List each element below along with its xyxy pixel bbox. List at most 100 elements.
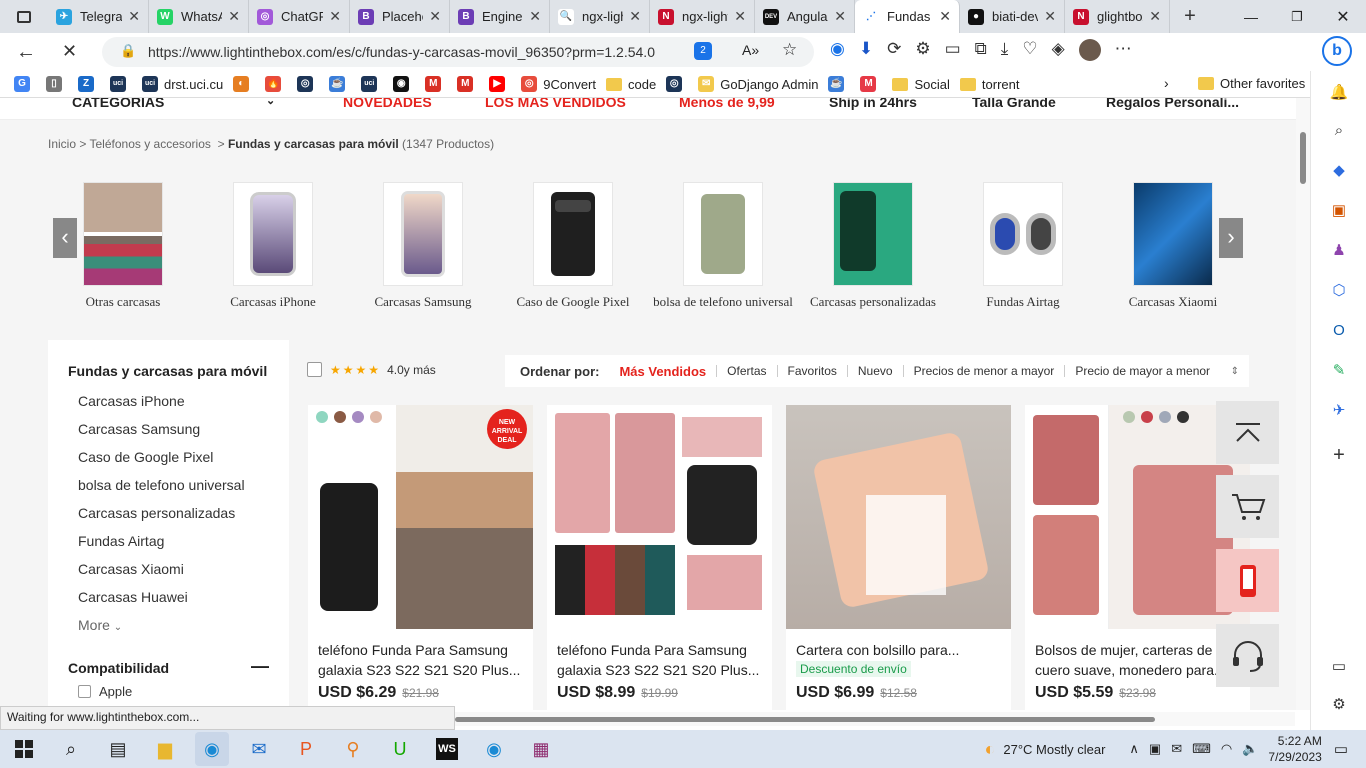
category-image[interactable] bbox=[533, 182, 613, 286]
category-label[interactable]: Carcasas Xiaomi bbox=[1103, 294, 1243, 310]
category-label[interactable]: Carcasas Samsung bbox=[353, 294, 493, 310]
tools-icon[interactable]: ▣ bbox=[1329, 201, 1349, 221]
rating-checkbox[interactable] bbox=[307, 362, 322, 377]
product-card[interactable]: Cartera con bolsillo para... Descuento de… bbox=[786, 405, 1011, 710]
close-tab-icon[interactable]: ✕ bbox=[128, 8, 140, 25]
search-app-icon[interactable]: ⚲ bbox=[336, 732, 370, 766]
tab-0[interactable]: ✈ Telegram ✕ bbox=[48, 0, 149, 33]
app-download-button[interactable] bbox=[1216, 549, 1279, 612]
bookmark-0[interactable]: G bbox=[14, 76, 36, 92]
other-favorites[interactable]: Other favorites bbox=[1198, 76, 1305, 91]
product-image[interactable] bbox=[547, 405, 772, 629]
postman-icon[interactable]: P bbox=[289, 732, 323, 766]
tab-5[interactable]: 🔍 ngx-lightbox ✕ bbox=[550, 0, 650, 33]
bookmark-2[interactable]: Z bbox=[78, 76, 100, 92]
bookmark-11[interactable]: M bbox=[425, 76, 447, 92]
downloads-icon[interactable]: ⤓ bbox=[1001, 39, 1009, 61]
tab-10[interactable]: Nglightbox ✕ bbox=[1065, 0, 1170, 33]
outlook-icon[interactable]: O bbox=[1329, 321, 1349, 341]
product-title[interactable]: teléfono Funda Para Samsung galaxia S23 … bbox=[557, 640, 762, 680]
nav-gifts[interactable]: Regalos Personali... bbox=[1106, 98, 1239, 110]
tab-9[interactable]: ● biati-dev ✕ bbox=[960, 0, 1065, 33]
bookmark-15[interactable]: code bbox=[606, 77, 656, 92]
back-button[interactable]: ← bbox=[16, 41, 36, 64]
sidebar-item[interactable]: Caso de Google Pixel bbox=[68, 443, 269, 471]
category-label[interactable]: Carcasas iPhone bbox=[203, 294, 343, 310]
sidebar-item[interactable]: Carcasas Huawei bbox=[68, 583, 269, 611]
add-sidebar-app-icon[interactable]: + bbox=[1329, 445, 1349, 465]
sidebar-item[interactable]: bolsa de telefono universal bbox=[68, 471, 269, 499]
notification-center-icon[interactable]: ▭ bbox=[1334, 740, 1348, 758]
sidebar-settings-icon[interactable]: ⚙ bbox=[1329, 695, 1349, 715]
bookmark-20[interactable]: Social bbox=[892, 77, 950, 92]
tab-6[interactable]: Nngx-lightbox ✕ bbox=[650, 0, 755, 33]
settings-menu-icon[interactable]: ⋯ bbox=[1115, 39, 1132, 61]
task-view-icon[interactable]: ▤ bbox=[101, 732, 135, 766]
sidebar-layout-icon[interactable]: ▭ bbox=[1329, 657, 1349, 677]
sort-option[interactable]: Precios de menor a mayor bbox=[914, 364, 1055, 378]
category-image[interactable] bbox=[833, 182, 913, 286]
read-aloud-icon[interactable]: A» bbox=[742, 42, 759, 58]
category-tile[interactable]: Fundas Airtag bbox=[953, 182, 1093, 310]
collapse-icon[interactable]: — bbox=[251, 657, 269, 676]
scroll-thumb[interactable] bbox=[1300, 132, 1306, 184]
tab-actions-button[interactable] bbox=[0, 0, 48, 33]
category-tile[interactable]: bolsa de telefono universal bbox=[653, 182, 793, 310]
edge-dev-icon[interactable]: ◉ bbox=[477, 732, 511, 766]
category-tile[interactable]: Carcasas personalizadas bbox=[803, 182, 943, 310]
close-tab-icon[interactable]: ✕ bbox=[734, 8, 746, 25]
nav-new[interactable]: NOVEDADES bbox=[343, 98, 432, 110]
refresh-ext-icon[interactable]: ⟳ bbox=[887, 39, 901, 61]
search-icon[interactable]: ⌕ bbox=[1329, 121, 1349, 141]
category-tile[interactable]: Otras carcasas bbox=[53, 182, 193, 310]
sidebar-item[interactable]: Carcasas Xiaomi bbox=[68, 555, 269, 583]
close-tab-icon[interactable]: ✕ bbox=[629, 8, 641, 25]
category-tile[interactable]: Carcasas Xiaomi bbox=[1103, 182, 1243, 310]
games-icon[interactable]: ♟ bbox=[1329, 241, 1349, 261]
profile-avatar[interactable] bbox=[1078, 39, 1101, 61]
tab-2[interactable]: ◎ ChatGPT ✕ bbox=[249, 0, 350, 33]
download-ext-icon[interactable]: ⬇ bbox=[859, 39, 873, 61]
product-card[interactable]: NEW ARRIVAL DEAL teléfono Funda Para Sams… bbox=[308, 405, 533, 710]
extensions-badge-icon[interactable]: 2 bbox=[694, 42, 712, 60]
url-bar[interactable]: 🔒 https://www.lightinthebox.com/es/c/fun… bbox=[102, 37, 814, 67]
sort-option[interactable]: Precio de mayor a menor bbox=[1075, 364, 1210, 378]
close-tab-icon[interactable]: ✕ bbox=[939, 8, 951, 25]
office-icon[interactable]: ⬡ bbox=[1329, 281, 1349, 301]
winrar-icon[interactable]: ▦ bbox=[524, 732, 558, 766]
breadcrumb-phones[interactable]: Teléfonos y accesorios bbox=[90, 137, 211, 151]
product-card[interactable]: teléfono Funda Para Samsung galaxia S23 … bbox=[547, 405, 772, 710]
close-tab-icon[interactable]: ✕ bbox=[228, 8, 240, 25]
category-image[interactable] bbox=[683, 182, 763, 286]
product-image[interactable] bbox=[786, 405, 1011, 629]
category-image[interactable] bbox=[233, 182, 313, 286]
sidebar-item[interactable]: Carcasas personalizadas bbox=[68, 499, 269, 527]
favorite-star-icon[interactable]: ☆ bbox=[782, 40, 797, 60]
vertical-scrollbar[interactable] bbox=[1296, 98, 1310, 710]
category-label[interactable]: Otras carcasas bbox=[53, 294, 193, 310]
scroll-thumb[interactable] bbox=[455, 717, 1155, 722]
tab-1[interactable]: W WhatsApp ✕ bbox=[149, 0, 249, 33]
apple-checkbox[interactable] bbox=[78, 685, 91, 698]
tab-8[interactable]: ⋰ Fundas y carcasas ✕ bbox=[855, 0, 960, 33]
bookmark-7[interactable]: ◎ bbox=[297, 76, 319, 92]
nav-under-999[interactable]: Menos de 9,99 bbox=[679, 98, 775, 110]
close-tab-icon[interactable]: ✕ bbox=[1149, 8, 1161, 25]
category-image[interactable] bbox=[83, 182, 163, 286]
category-image[interactable] bbox=[983, 182, 1063, 286]
extensions-icon[interactable]: ⚙ bbox=[915, 39, 930, 61]
rating-filter[interactable]: ★ ★ ★ ★ 4.0y más bbox=[307, 362, 436, 377]
search-taskbar-icon[interactable]: ⌕ bbox=[54, 732, 88, 766]
compat-heading[interactable]: Compatibilidad — bbox=[68, 657, 269, 678]
customer-service-button[interactable] bbox=[1216, 624, 1279, 687]
upwork-icon[interactable]: U bbox=[383, 732, 417, 766]
nav-bestsellers[interactable]: LOS MÁS VENDIDOS bbox=[485, 98, 626, 110]
cart-button[interactable] bbox=[1216, 475, 1279, 538]
category-label[interactable]: Carcasas personalizadas bbox=[803, 294, 943, 310]
tray-lang-icon[interactable]: ⌨ bbox=[1192, 741, 1211, 757]
file-explorer-icon[interactable]: ▆ bbox=[148, 732, 182, 766]
wifi-icon[interactable]: ◠ bbox=[1221, 741, 1232, 757]
sidebar-item[interactable]: Carcasas Samsung bbox=[68, 415, 269, 443]
notifications-icon[interactable]: 🔔 bbox=[1329, 83, 1349, 103]
collections-icon[interactable]: ⧉ bbox=[975, 39, 987, 61]
